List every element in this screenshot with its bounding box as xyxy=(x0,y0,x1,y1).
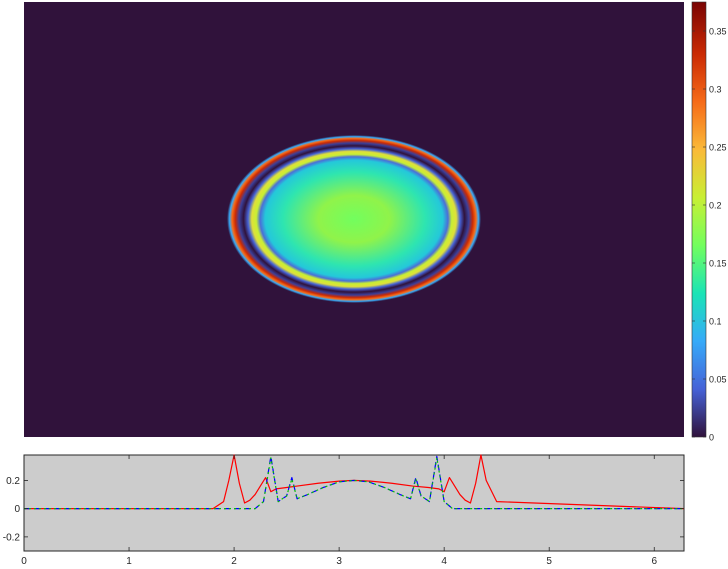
y-tick-label: -0.2 xyxy=(3,532,21,543)
x-tick-label: 5 xyxy=(546,556,552,567)
x-tick-label: 1 xyxy=(126,556,132,567)
figure: 00.050.10.150.20.250.30.35 0123456 -0.20… xyxy=(3,1,727,567)
x-tick-label: 6 xyxy=(651,556,657,567)
x-tick-label: 3 xyxy=(336,556,342,567)
colorbar-tick-label: 0.25 xyxy=(709,143,727,153)
colorbar-tick-label: 0.35 xyxy=(709,27,727,37)
colorbar: 0 0.05 0.1 0.15 0.2 0.25 0.3 0.35 xyxy=(691,1,727,443)
colorbar-tick-label: 0.2 xyxy=(709,201,722,211)
colorbar-tick-label: 0.1 xyxy=(709,317,722,327)
heatmap-rings xyxy=(227,135,481,303)
y-tick-label: 0 xyxy=(14,504,20,515)
colorbar-tick-label: 0 xyxy=(709,433,714,443)
heatmap-panel xyxy=(24,2,684,437)
line-plot-background xyxy=(23,454,685,552)
colorbar-tick-label: 0.05 xyxy=(709,375,727,385)
line-plot-panel: 0 1 2 3 4 5 6 -0.2 0 0.2 xyxy=(3,454,685,567)
x-tick-label: 4 xyxy=(441,556,447,567)
x-tick-label: 2 xyxy=(231,556,237,567)
y-tick-label: 0.2 xyxy=(6,476,20,487)
colorbar-tick-label: 0.15 xyxy=(709,259,727,269)
colorbar-tick-label: 0.3 xyxy=(709,85,722,95)
colorbar-scale xyxy=(691,1,707,438)
x-tick-label: 0 xyxy=(21,556,27,567)
